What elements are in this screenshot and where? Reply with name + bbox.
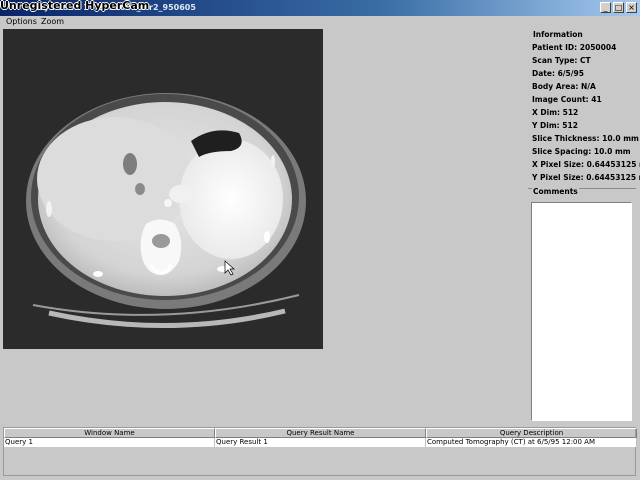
table-header: Window Name Query Result Name Query Desc… [4,428,637,438]
comments-panel: Comments [528,187,636,424]
cell-query-description: Computed Tomography (CT) at 6/5/95 12:00… [426,438,637,447]
comments-title: Comments [532,187,579,196]
information-panel: Information Patient ID: 2050004 Scan Typ… [528,29,640,189]
info-scan-type: Scan Type: CT [532,56,591,65]
maximize-button[interactable]: □ [613,2,624,13]
info-patient-id: Patient ID: 2050004 [532,43,617,52]
ct-image-viewer[interactable] [3,29,323,349]
column-header-query-description[interactable]: Query Description [426,428,637,438]
query-results-table: Window Name Query Result Name Query Desc… [3,427,637,476]
close-button[interactable]: × [626,2,637,13]
info-y-dim: Y Dim: 512 [532,121,578,130]
info-y-pixel-size: Y Pixel Size: 0.64453125 mm [532,173,640,182]
menu-bar: Options Zoom [0,16,640,28]
info-slice-spacing: Slice Spacing: 10.0 mm [532,147,631,156]
info-x-dim: X Dim: 512 [532,108,579,117]
table-row[interactable]: Query 1 Query Result 1 Computed Tomograp… [4,438,637,447]
menu-options[interactable]: Options [6,17,37,26]
comments-textarea[interactable] [531,202,632,421]
cell-window-name: Query 1 [4,438,215,447]
info-slice-thickness: Slice Thickness: 10.0 mm [532,134,639,143]
info-body-area: Body Area: N/A [532,82,596,91]
minimize-button[interactable]: _ [600,2,611,13]
menu-zoom[interactable]: Zoom [41,17,64,26]
recorder-watermark: Unregistered HyperCam [0,0,150,12]
information-title: Information [532,30,584,39]
ct-scan-image [3,29,323,349]
title-bar[interactable]: Query Result 1 - 2050004_mr2_950605 Unre… [0,0,640,16]
cell-query-result-name: Query Result 1 [215,438,426,447]
column-header-window-name[interactable]: Window Name [4,428,215,438]
info-image-count: Image Count: 41 [532,95,602,104]
column-header-query-result-name[interactable]: Query Result Name [215,428,426,438]
info-x-pixel-size: X Pixel Size: 0.64453125 mm [532,160,640,169]
info-date: Date: 6/5/95 [532,69,584,78]
